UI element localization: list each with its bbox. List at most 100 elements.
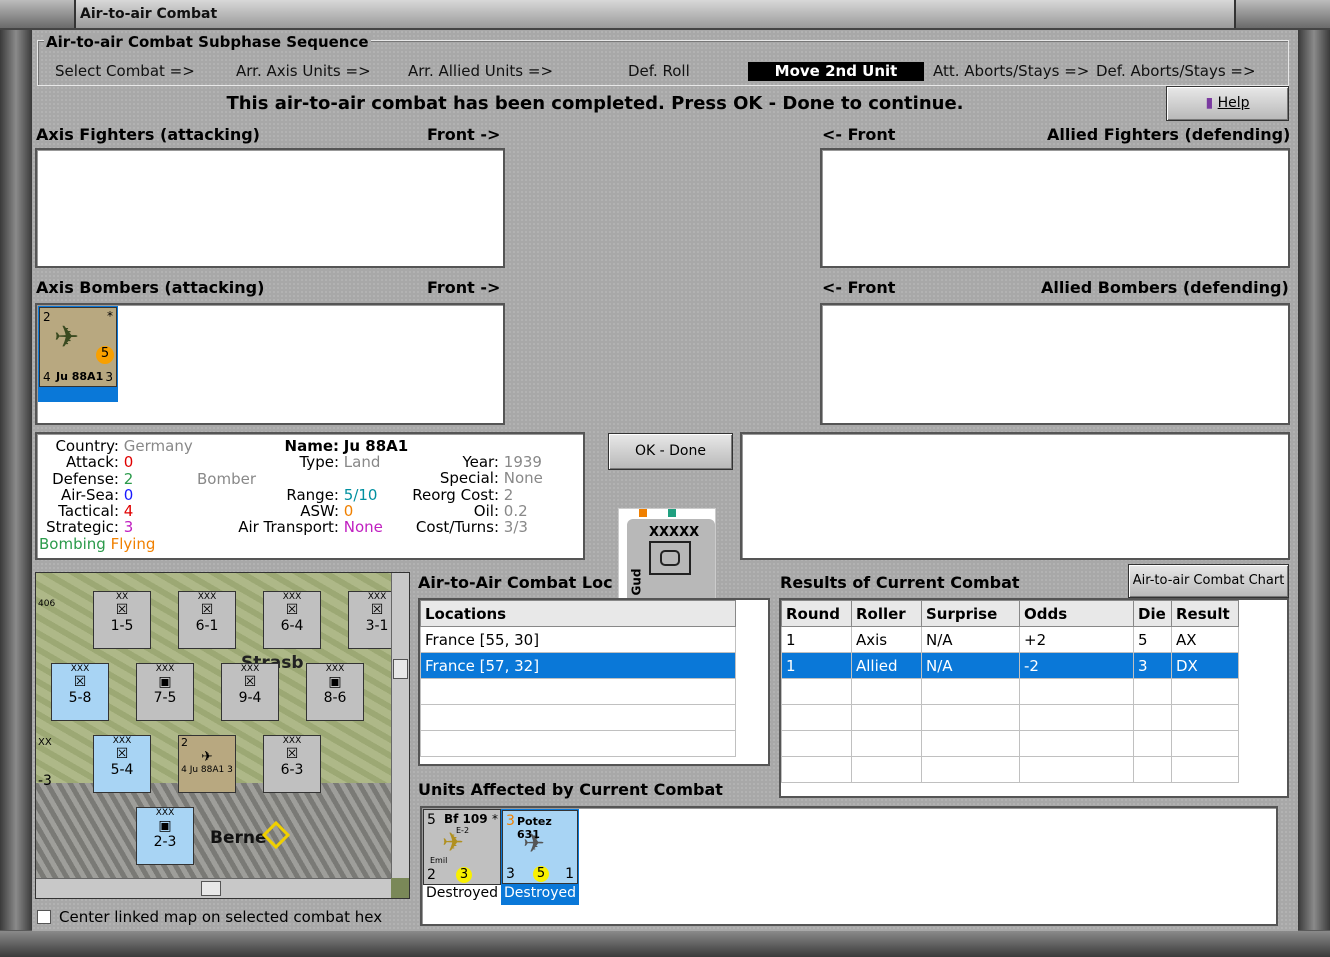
map-unit[interactable]: XX ☒ 1-5: [93, 591, 151, 649]
result-cell[interactable]: Axis: [851, 626, 922, 653]
asw-value: 0: [343, 502, 354, 521]
ok-done-button[interactable]: OK - Done: [608, 433, 733, 470]
map-unit[interactable]: XXX ☒ 6-4: [263, 591, 321, 649]
bf109-badge: 3: [456, 867, 472, 883]
bf109-tl: 5: [427, 812, 436, 828]
title-bar[interactable]: Air-to-air Combat: [0, 0, 1330, 30]
results-header[interactable]: Round: [781, 600, 852, 627]
airtrans-value: None: [343, 518, 383, 537]
window-controls[interactable]: [1234, 0, 1330, 28]
results-header[interactable]: Result: [1171, 600, 1239, 627]
window-title: Air-to-air Combat: [80, 6, 218, 22]
result-cell[interactable]: Allied: [851, 652, 922, 679]
map-hscrollbar[interactable]: [36, 878, 391, 898]
map-bomber-unit[interactable]: 2 ✈ 4 Ju 88A1 3: [178, 735, 236, 793]
map-unit[interactable]: XXX ☒ 5-4: [93, 735, 151, 793]
map-left-label-3: XX: [38, 737, 52, 748]
result-cell[interactable]: DX: [1171, 652, 1239, 679]
infantry-icon: ☒: [285, 746, 299, 762]
result-cell[interactable]: N/A: [921, 652, 1020, 679]
help-button[interactable]: ▮ Help: [1166, 86, 1289, 121]
result-cell[interactable]: +2: [1019, 626, 1134, 653]
potez-counter: 3 Potez 631 ✈ 3 5 1: [502, 810, 578, 884]
map-unit[interactable]: XXX ☒ 5-8: [51, 663, 109, 721]
map-unit[interactable]: XXX ▣ 8-6: [306, 663, 364, 721]
cost-key: Cost/Turns:: [415, 518, 499, 537]
unit-info-panel: Country: Germany Attack: 0 Defense: 2 Ai…: [35, 432, 585, 560]
location-row-empty[interactable]: [420, 678, 736, 705]
map-unit[interactable]: XXX ▣ 7-5: [136, 663, 194, 721]
seq-move-2nd-unit: Move 2nd Unit: [748, 62, 924, 81]
unit-top: XXX: [197, 592, 217, 602]
result-cell[interactable]: 5: [1133, 626, 1172, 653]
unit-top: XXX: [155, 808, 175, 818]
affected-title: Units Affected by Current Combat: [418, 780, 723, 799]
results-list[interactable]: Round Roller Surprise Odds Die Result 1 …: [779, 598, 1289, 798]
map-unit[interactable]: XXX ☒ 9-4: [221, 663, 279, 721]
affected-units-box[interactable]: 5 Bf 109 E-2 ✈ Emil * 2 3 Destroyed 3 Po…: [420, 806, 1278, 926]
axis-fighters-box[interactable]: [35, 148, 505, 268]
bf109-counter: 5 Bf 109 E-2 ✈ Emil * 2 3: [423, 809, 501, 885]
combat-chart-button[interactable]: Air-to-air Combat Chart: [1128, 564, 1289, 598]
potez-badge: 5: [533, 866, 549, 882]
location-row-empty[interactable]: [420, 704, 736, 731]
orange-dot-icon: [639, 509, 647, 517]
mech-icon: ▣: [158, 674, 172, 690]
flying-text: Flying: [110, 534, 156, 553]
bomber-star: *: [107, 309, 113, 323]
hq-counter-box[interactable]: XXXXX Gud: [618, 508, 716, 608]
help-label: Help: [1217, 95, 1250, 111]
bomber-unit-selected[interactable]: 2 * ✈ 5 4 Ju 88A1 3: [38, 306, 118, 402]
result-cell[interactable]: -2: [1019, 652, 1134, 679]
unit-top: XXX: [325, 664, 345, 674]
result-cell[interactable]: N/A: [921, 626, 1020, 653]
center-map-checkbox[interactable]: [37, 910, 51, 924]
affected-unit-2[interactable]: 3 Potez 631 ✈ 3 5 1 Destroyed: [501, 809, 579, 905]
map-vscrollbar[interactable]: [391, 573, 409, 878]
location-row-selected[interactable]: France [57, 32]: [420, 652, 736, 679]
results-header[interactable]: Roller: [851, 600, 922, 627]
map-hscroll-thumb[interactable]: [201, 881, 221, 896]
defense-value: 2: [123, 469, 134, 488]
potez-tl: 3: [506, 813, 515, 829]
locations-list[interactable]: Locations France [55, 30] France [57, 32…: [418, 598, 770, 766]
plane-icon: ✈: [201, 749, 213, 765]
defense-key: Defense:: [52, 469, 119, 488]
result-cell[interactable]: AX: [1171, 626, 1239, 653]
right-border: [1298, 30, 1330, 930]
axis-fighters-front: Front ->: [427, 125, 501, 144]
map-vscroll-thumb[interactable]: [393, 659, 408, 679]
results-header[interactable]: Surprise: [921, 600, 1020, 627]
affected-unit-1[interactable]: 5 Bf 109 E-2 ✈ Emil * 2 3 Destroyed: [423, 809, 501, 905]
oil-key: Oil:: [473, 501, 499, 520]
seq-arr-allied: Arr. Allied Units =>: [408, 62, 554, 80]
potez-status: Destroyed: [504, 885, 576, 901]
results-header[interactable]: Odds: [1019, 600, 1134, 627]
results-header[interactable]: Die: [1133, 600, 1172, 627]
result-cell[interactable]: 1: [781, 652, 852, 679]
map-unit[interactable]: XXX ☒ 6-1: [178, 591, 236, 649]
seq-def-aborts: Def. Aborts/Stays =>: [1096, 62, 1256, 80]
allied-bombers-box[interactable]: [820, 303, 1290, 425]
strategic-value: 3: [123, 518, 134, 537]
window-menu-icon[interactable]: [0, 0, 76, 28]
attack-key: Attack:: [66, 453, 119, 472]
location-row-empty[interactable]: [420, 730, 736, 757]
location-row[interactable]: France [55, 30]: [420, 626, 736, 653]
tactical-key: Tactical:: [58, 502, 119, 521]
bf109-name: Bf 109: [444, 812, 488, 826]
allied-fighters-box[interactable]: [820, 148, 1290, 268]
center-map-label: Center linked map on selected combat hex: [59, 908, 383, 926]
map-unit[interactable]: XXX ☒ 6-3: [263, 735, 321, 793]
infantry-icon: ☒: [285, 602, 299, 618]
strategic-key: Strategic:: [46, 518, 119, 537]
linked-map[interactable]: Strasb Berne 406 -3 XX XX☒1-5 XXX☒6-1 XX…: [35, 572, 410, 899]
unit-value: 1-5: [110, 618, 134, 634]
country-key: Country:: [55, 437, 119, 455]
locations-header[interactable]: Locations: [420, 600, 736, 627]
axis-bombers-box[interactable]: 2 * ✈ 5 4 Ju 88A1 3: [35, 303, 505, 425]
unit-value: 6-4: [280, 618, 304, 634]
result-cell[interactable]: 1: [781, 626, 852, 653]
map-unit[interactable]: XXX ▣ 2-3: [136, 807, 194, 865]
result-cell[interactable]: 3: [1133, 652, 1172, 679]
